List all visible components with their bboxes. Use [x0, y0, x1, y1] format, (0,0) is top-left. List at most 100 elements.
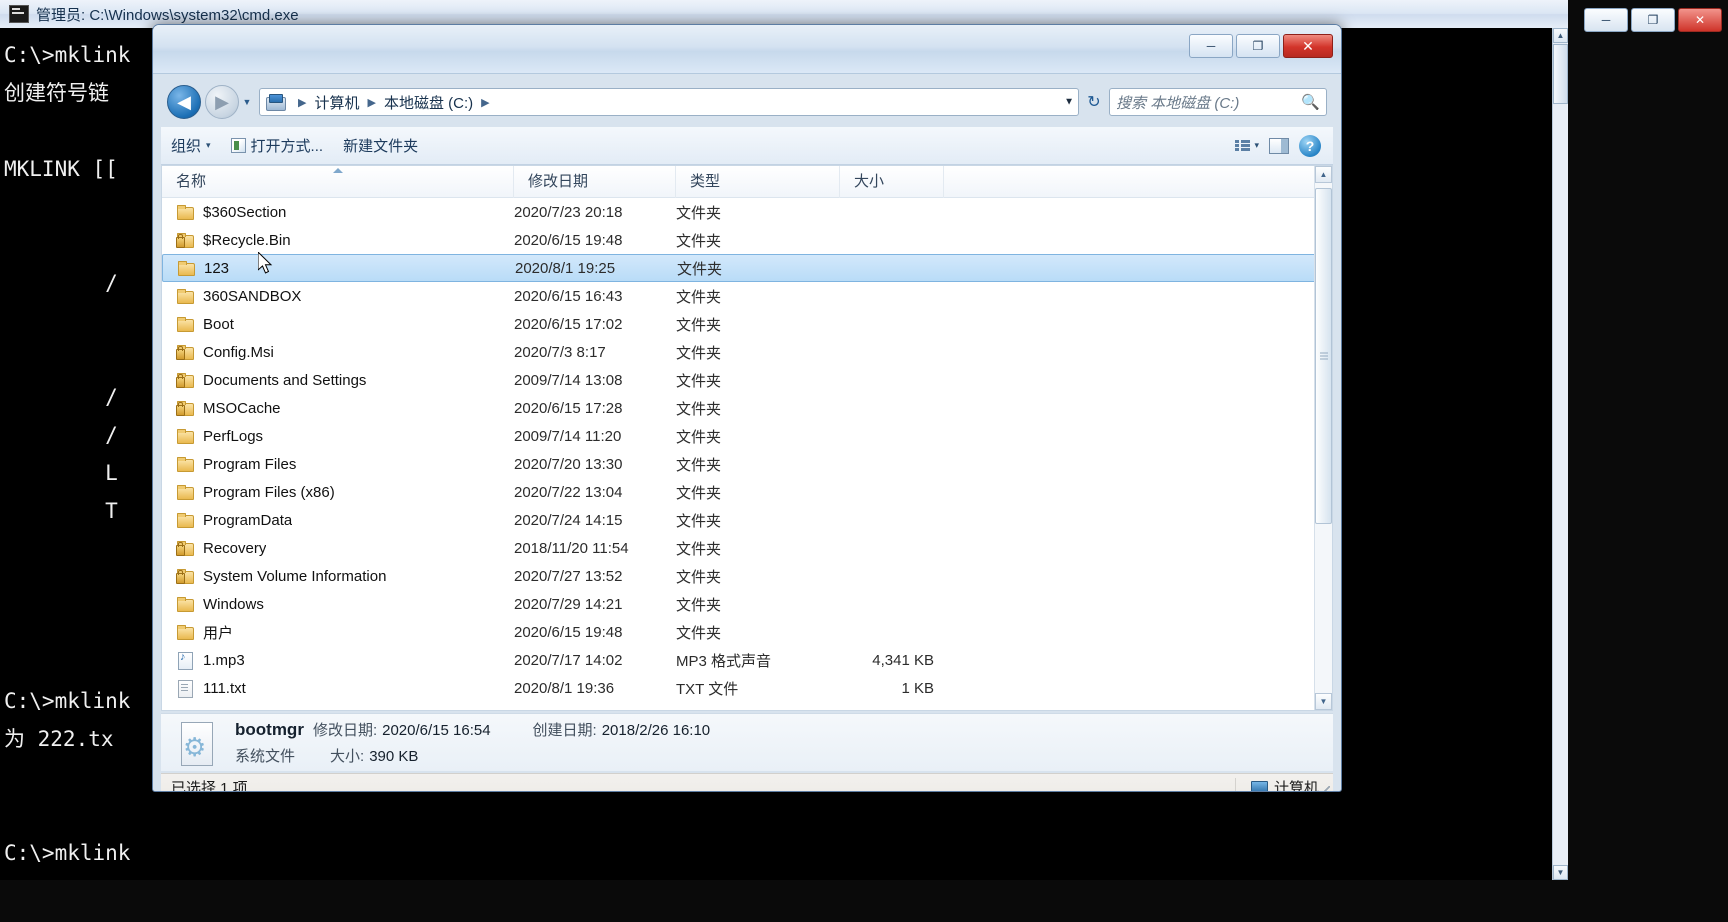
table-row[interactable]: Windows 2020/7/29 14:21 文件夹 — [162, 590, 1332, 618]
details-modified-value: 2020/6/15 16:54 — [382, 722, 491, 739]
breadcrumb-separator-icon[interactable]: ▶ — [361, 96, 381, 109]
console-scroll-up-icon[interactable]: ▲ — [1553, 28, 1568, 43]
explorer-window[interactable]: ─ ❐ ✕ ◀ ▶ ▼ ▶ 计算机 ▶ 本地磁盘 (C:) ▶ ▼ ↻ 搜索 本… — [152, 24, 1342, 792]
file-list-scrollbar[interactable]: ▲ ▼ — [1314, 166, 1332, 710]
file-name-cell[interactable]: Program Files — [162, 456, 514, 473]
table-row[interactable]: 1.mp3 2020/7/17 14:02 MP3 格式声音 4,341 KB — [162, 646, 1332, 674]
screen-minimize-button[interactable]: ─ — [1584, 8, 1628, 32]
breadcrumb-separator-icon[interactable]: ▶ — [292, 96, 312, 109]
file-name-cell[interactable]: ProgramData — [162, 512, 514, 529]
command-toolbar: 组织 ▾ 打开方式... 新建文件夹 ▾ ? — [161, 127, 1333, 165]
address-history-chevron-icon[interactable]: ▼ — [1064, 97, 1074, 108]
file-name-cell[interactable]: Recovery — [162, 540, 514, 557]
file-name-label: Program Files — [203, 455, 297, 473]
scroll-down-icon[interactable]: ▼ — [1315, 693, 1332, 710]
explorer-title-bar[interactable]: ─ ❐ ✕ — [153, 25, 1341, 74]
file-type-cell: 文件夹 — [676, 484, 722, 502]
table-row[interactable]: Program Files (x86) 2020/7/22 13:04 文件夹 — [162, 478, 1332, 506]
console-scrollbar[interactable]: ▲ ▼ — [1552, 28, 1568, 880]
file-name-cell[interactable]: 111.txt — [162, 679, 514, 698]
file-name-cell[interactable]: 360SANDBOX — [162, 288, 514, 305]
scroll-up-icon[interactable]: ▲ — [1315, 166, 1332, 183]
maximize-button[interactable]: ❐ — [1236, 34, 1280, 58]
application-icon — [230, 138, 246, 153]
table-row[interactable]: PerfLogs 2009/7/14 11:20 文件夹 — [162, 422, 1332, 450]
file-name-cell[interactable]: Documents and Settings — [162, 372, 514, 389]
folder-icon — [176, 568, 194, 584]
search-box[interactable]: 搜索 本地磁盘 (C:) 🔍 — [1109, 88, 1327, 116]
column-header-date[interactable]: 修改日期 — [514, 166, 676, 198]
breadcrumb-computer[interactable]: 计算机 — [312, 92, 361, 113]
new-folder-button[interactable]: 新建文件夹 — [333, 135, 428, 156]
file-name-cell[interactable]: Config.Msi — [162, 344, 514, 361]
change-view-button[interactable]: ▾ — [1235, 139, 1259, 152]
file-name-cell[interactable]: Windows — [162, 596, 514, 613]
file-name-cell[interactable]: MSOCache — [162, 400, 514, 417]
table-row[interactable]: System Volume Information 2020/7/27 13:52… — [162, 562, 1332, 590]
new-folder-label: 新建文件夹 — [343, 138, 419, 155]
folder-icon — [176, 456, 194, 472]
table-row[interactable]: Program Files 2020/7/20 13:30 文件夹 — [162, 450, 1332, 478]
refresh-button[interactable]: ↻ — [1081, 88, 1107, 116]
file-type-cell: 文件夹 — [676, 428, 722, 446]
lock-icon — [176, 346, 185, 360]
file-name-cell[interactable]: Boot — [162, 316, 514, 333]
file-name-cell[interactable]: 123 — [163, 260, 515, 277]
file-name-cell[interactable]: System Volume Information — [162, 568, 514, 585]
back-button[interactable]: ◀ — [167, 85, 201, 119]
file-name-cell[interactable]: Program Files (x86) — [162, 484, 514, 501]
breadcrumb-separator-icon[interactable]: ▶ — [475, 96, 495, 109]
column-header-name[interactable]: 名称 — [162, 166, 514, 198]
table-row[interactable]: Boot 2020/6/15 17:02 文件夹 — [162, 310, 1332, 338]
file-type-cell: 文件夹 — [676, 232, 722, 250]
file-rows[interactable]: $360Section 2020/7/23 20:18 文件夹 $Recycle.Bi… — [162, 198, 1332, 710]
minimize-button[interactable]: ─ — [1189, 34, 1233, 58]
file-name-label: 111.txt — [203, 679, 246, 697]
recent-pages-chevron-icon[interactable]: ▼ — [239, 85, 255, 119]
file-name-cell[interactable]: 用户 — [162, 622, 514, 643]
screen-maximize-button[interactable]: ❐ — [1631, 8, 1675, 32]
file-list[interactable]: 名称 修改日期 类型 大小 $360Section 2020/7/23 20:18… — [161, 165, 1333, 711]
folder-icon — [176, 512, 194, 528]
column-header-type[interactable]: 类型 — [676, 166, 840, 198]
console-scroll-thumb[interactable] — [1553, 44, 1568, 104]
organize-label: 组织 — [171, 138, 202, 155]
file-type-cell: 文件夹 — [676, 400, 722, 418]
details-created-label: 创建日期: — [532, 722, 597, 739]
folder-icon — [176, 596, 194, 612]
table-row[interactable]: Recovery 2018/11/20 11:54 文件夹 — [162, 534, 1332, 562]
address-bar[interactable]: ▶ 计算机 ▶ 本地磁盘 (C:) ▶ ▼ — [259, 88, 1079, 116]
column-header-size[interactable]: 大小 — [840, 166, 944, 198]
table-row[interactable]: 111.txt 2020/8/1 19:36 TXT 文件 1 KB — [162, 674, 1332, 702]
table-row[interactable]: $360Section 2020/7/23 20:18 文件夹 — [162, 198, 1332, 226]
toolbar-right-group: ▾ ? — [1235, 134, 1333, 157]
scroll-thumb[interactable] — [1315, 188, 1332, 524]
open-with-button[interactable]: 打开方式... — [221, 135, 334, 156]
table-row[interactable]: 用户 2020/6/15 19:48 文件夹 — [162, 618, 1332, 646]
table-row[interactable]: Config.Msi 2020/7/3 8:17 文件夹 — [162, 338, 1332, 366]
file-date-cell: 2009/7/14 11:20 — [514, 427, 622, 445]
table-row[interactable]: MSOCache 2020/6/15 17:28 文件夹 — [162, 394, 1332, 422]
table-row[interactable]: 360SANDBOX 2020/6/15 16:43 文件夹 — [162, 282, 1332, 310]
details-modified-label: 修改日期: — [312, 722, 378, 739]
screen-close-button[interactable]: ✕ — [1678, 8, 1722, 32]
table-row[interactable]: $Recycle.Bin 2020/6/15 19:48 文件夹 — [162, 226, 1332, 254]
table-row[interactable]: 123 2020/8/1 19:25 文件夹 — [162, 254, 1332, 282]
help-button[interactable]: ? — [1299, 134, 1321, 157]
file-type-cell: 文件夹 — [676, 624, 722, 642]
close-button[interactable]: ✕ — [1283, 34, 1333, 58]
table-row[interactable]: ProgramData 2020/7/24 14:15 文件夹 — [162, 506, 1332, 534]
file-name-cell[interactable]: PerfLogs — [162, 428, 514, 445]
search-input[interactable]: 搜索 本地磁盘 (C:) — [1116, 92, 1301, 113]
breadcrumb-local-disk[interactable]: 本地磁盘 (C:) — [382, 92, 475, 113]
file-name-cell[interactable]: 1.mp3 — [162, 651, 514, 670]
file-name-cell[interactable]: $360Section — [162, 204, 514, 221]
file-name-cell[interactable]: $Recycle.Bin — [162, 232, 514, 249]
console-scroll-down-icon[interactable]: ▼ — [1553, 865, 1568, 880]
table-row[interactable]: Documents and Settings 2009/7/14 13:08 文件夹 — [162, 366, 1332, 394]
file-type-cell: 文件夹 — [676, 568, 722, 586]
preview-pane-button[interactable] — [1269, 137, 1289, 154]
forward-button[interactable]: ▶ — [205, 85, 239, 119]
resize-grip[interactable] — [1318, 786, 1330, 791]
organize-button[interactable]: 组织 ▾ — [161, 135, 221, 156]
